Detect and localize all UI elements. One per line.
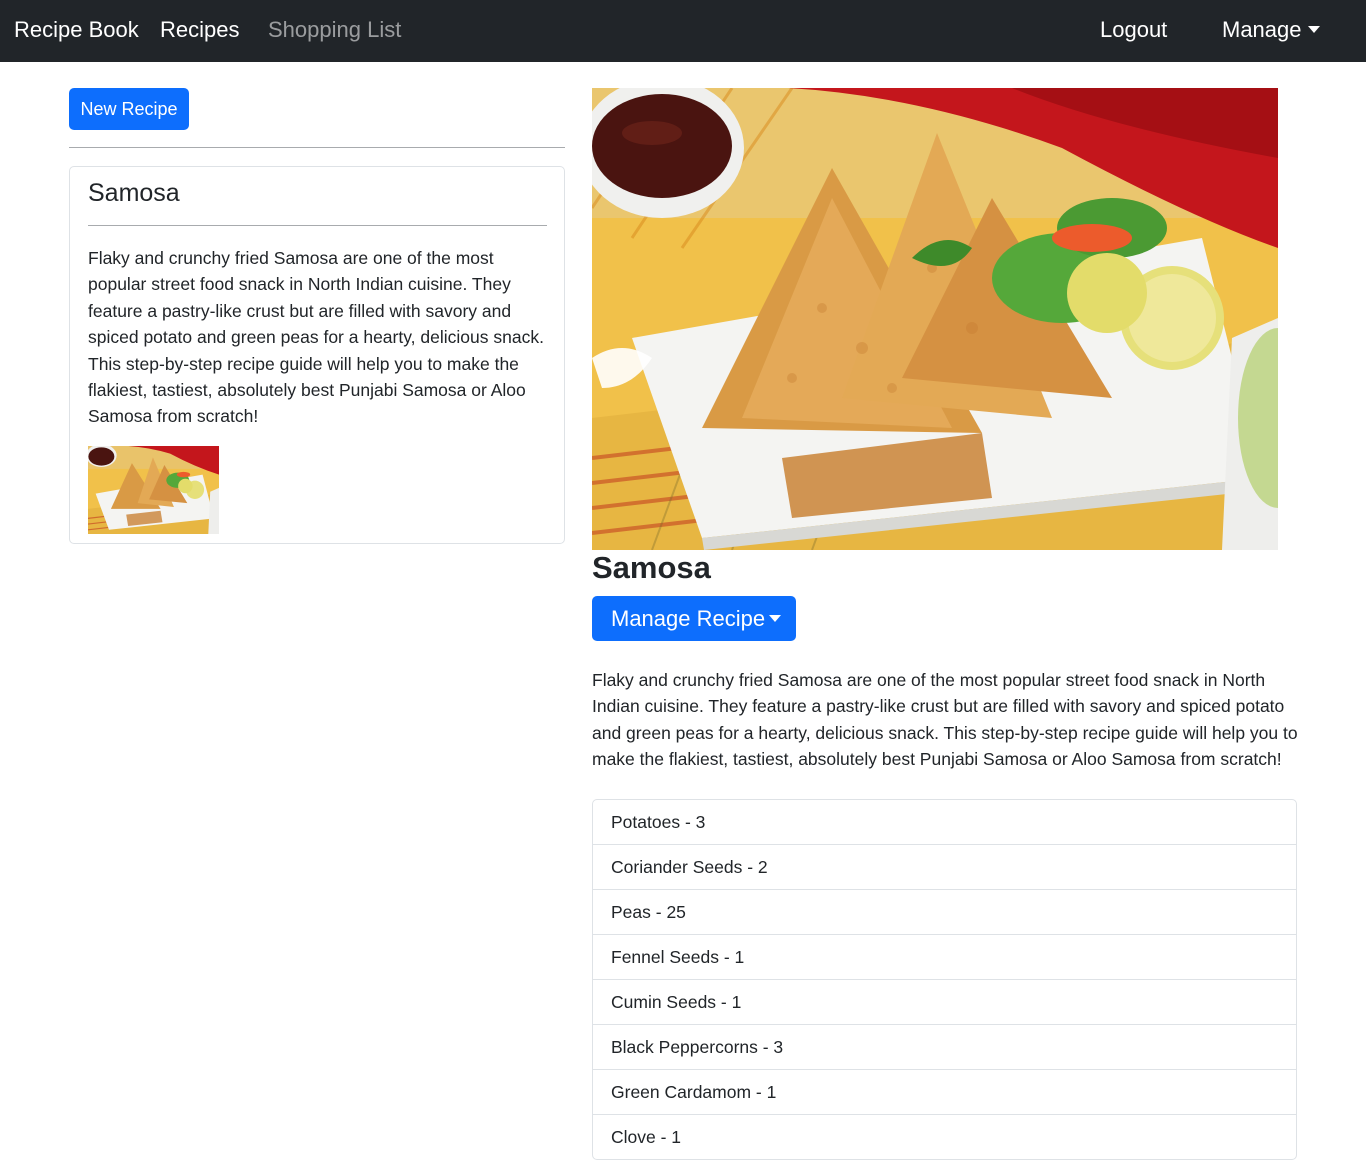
caret-down-icon bbox=[1307, 26, 1320, 34]
manage-recipe-dropdown-button[interactable]: Manage Recipe bbox=[592, 596, 796, 641]
caret-down-icon bbox=[769, 615, 782, 623]
ingredient-item[interactable]: Coriander Seeds - 2 bbox=[593, 844, 1296, 889]
nav-manage-dropdown[interactable]: Manage bbox=[1222, 17, 1320, 43]
nav-logout[interactable]: Logout bbox=[1100, 17, 1167, 43]
ingredient-item[interactable]: Potatoes - 3 bbox=[593, 800, 1296, 844]
manage-recipe-label: Manage Recipe bbox=[611, 606, 766, 631]
new-recipe-button[interactable]: New Recipe bbox=[69, 88, 189, 130]
recipe-thumbnail-image bbox=[88, 446, 219, 534]
divider bbox=[69, 147, 565, 148]
ingredient-list: Potatoes - 3 Coriander Seeds - 2 Peas - … bbox=[592, 799, 1297, 1160]
ingredient-item[interactable]: Clove - 1 bbox=[593, 1114, 1296, 1159]
ingredient-item[interactable]: Black Peppercorns - 3 bbox=[593, 1024, 1296, 1069]
nav-recipes[interactable]: Recipes bbox=[160, 17, 239, 43]
ingredient-item[interactable]: Fennel Seeds - 1 bbox=[593, 934, 1296, 979]
brand-link[interactable]: Recipe Book bbox=[14, 17, 139, 43]
recipe-detail-description: Flaky and crunchy fried Samosa are one o… bbox=[592, 670, 1298, 770]
recipe-item-title: Samosa bbox=[88, 179, 180, 207]
recipe-hero-image bbox=[592, 88, 1278, 550]
nav-manage-label: Manage bbox=[1222, 17, 1302, 42]
divider bbox=[88, 225, 547, 226]
ingredient-item[interactable]: Cumin Seeds - 1 bbox=[593, 979, 1296, 1024]
recipe-detail-title: Samosa bbox=[592, 550, 711, 585]
nav-shopping-list[interactable]: Shopping List bbox=[268, 17, 401, 43]
navbar: Recipe Book Recipes Shopping List Logout… bbox=[0, 0, 1366, 62]
recipe-list-item[interactable]: Samosa Flaky and crunchy fried Samosa ar… bbox=[69, 166, 565, 544]
recipe-item-description: Flaky and crunchy fried Samosa are one o… bbox=[88, 248, 544, 427]
ingredient-item[interactable]: Green Cardamom - 1 bbox=[593, 1069, 1296, 1114]
ingredient-item[interactable]: Peas - 25 bbox=[593, 889, 1296, 934]
